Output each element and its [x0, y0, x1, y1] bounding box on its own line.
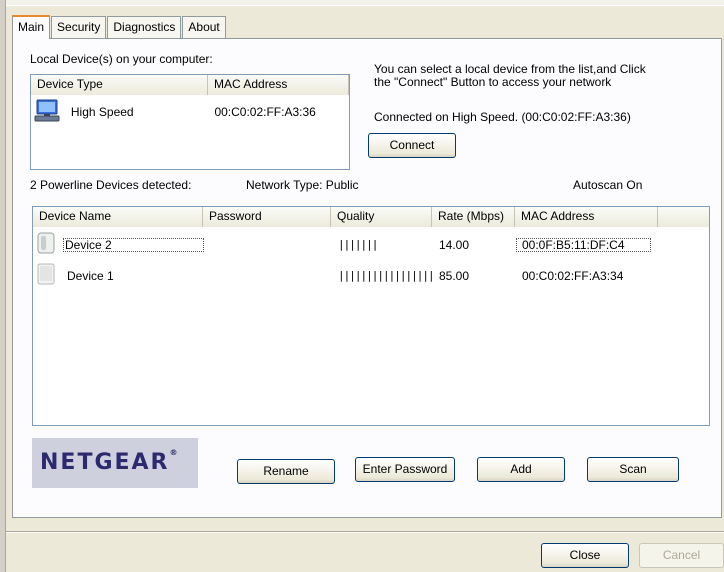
window-top-edge: [0, 0, 724, 6]
local-device-row[interactable]: High Speed 00:C0:02:FF:A3:36: [31, 97, 349, 127]
logo-registered-mark: ®: [169, 448, 178, 457]
autoscan-status: Autoscan On: [573, 178, 643, 192]
network-type-label: Network Type: Public: [246, 178, 359, 192]
device-rate: 14.00: [439, 237, 470, 252]
local-devices-label: Local Device(s) on your computer:: [30, 52, 213, 66]
powerline-devices-list[interactable]: Device Name Password Quality Rate (Mbps)…: [32, 206, 710, 426]
local-device-mac: 00:C0:02:FF:A3:36: [214, 105, 316, 119]
column-rate[interactable]: Rate (Mbps): [432, 207, 515, 227]
local-devices-list[interactable]: Device Type MAC Address High Speed 00:C0…: [30, 74, 350, 170]
scan-button[interactable]: Scan: [587, 457, 679, 482]
devices-detected-label: 2 Powerline Devices detected:: [30, 178, 192, 192]
powerline-devices-header: Device Name Password Quality Rate (Mbps)…: [33, 207, 709, 227]
powerline-adapter-icon: [33, 263, 63, 288]
info-line-1: You can select a local device from the l…: [374, 62, 646, 76]
device-quality: |||||||: [338, 238, 378, 251]
device-mac: 00:0F:B5:11:DF:C4: [516, 237, 651, 252]
tab-diagnostics[interactable]: Diagnostics: [107, 16, 182, 38]
info-line-2: the "Connect" Button to access your netw…: [374, 75, 612, 89]
netgear-logo: NETGEAR®: [32, 438, 198, 488]
device-quality: ||||||||||||||||||||||||||...: [338, 269, 433, 282]
enter-password-button[interactable]: Enter Password: [355, 457, 455, 482]
local-devices-header: Device Type MAC Address: [31, 75, 349, 95]
cancel-button[interactable]: Cancel: [639, 543, 724, 568]
column-mac-address[interactable]: MAC Address: [208, 75, 349, 95]
rename-button[interactable]: Rename: [237, 459, 335, 484]
device-mac: 00:C0:02:FF:A3:34: [522, 268, 624, 283]
logo-text: NETGEAR: [40, 450, 170, 475]
tab-main[interactable]: Main: [12, 15, 51, 39]
column-filler: [658, 207, 709, 227]
connect-button[interactable]: Connect: [368, 133, 456, 158]
device-rate: 85.00: [439, 268, 470, 283]
column-quality[interactable]: Quality: [331, 207, 432, 227]
computer-icon: [31, 99, 65, 126]
connected-status: Connected on High Speed. (00:C0:02:FF:A3…: [374, 110, 631, 124]
powerline-row-device-1[interactable]: Device 1 ||||||||||||||||||||||||||... 8…: [33, 262, 709, 289]
window-left-edge: [0, 0, 6, 572]
device-name: Device 2: [63, 237, 204, 252]
powerline-adapter-icon: [33, 232, 63, 257]
powerline-row-device-2[interactable]: Device 2 ||||||| 14.00 00:0F:B5:11:DF:C4: [33, 231, 709, 258]
column-device-type[interactable]: Device Type: [31, 75, 208, 95]
close-button[interactable]: Close: [541, 543, 629, 568]
add-button[interactable]: Add: [477, 457, 565, 482]
local-device-type: High Speed: [70, 105, 134, 119]
column-mac-address[interactable]: MAC Address: [515, 207, 658, 227]
device-name: Device 1: [67, 268, 114, 283]
tab-about[interactable]: About: [182, 16, 226, 38]
column-password[interactable]: Password: [203, 207, 331, 227]
tab-security[interactable]: Security: [51, 16, 107, 38]
tab-strip: Main Security Diagnostics About: [12, 15, 227, 39]
column-device-name[interactable]: Device Name: [33, 207, 203, 227]
